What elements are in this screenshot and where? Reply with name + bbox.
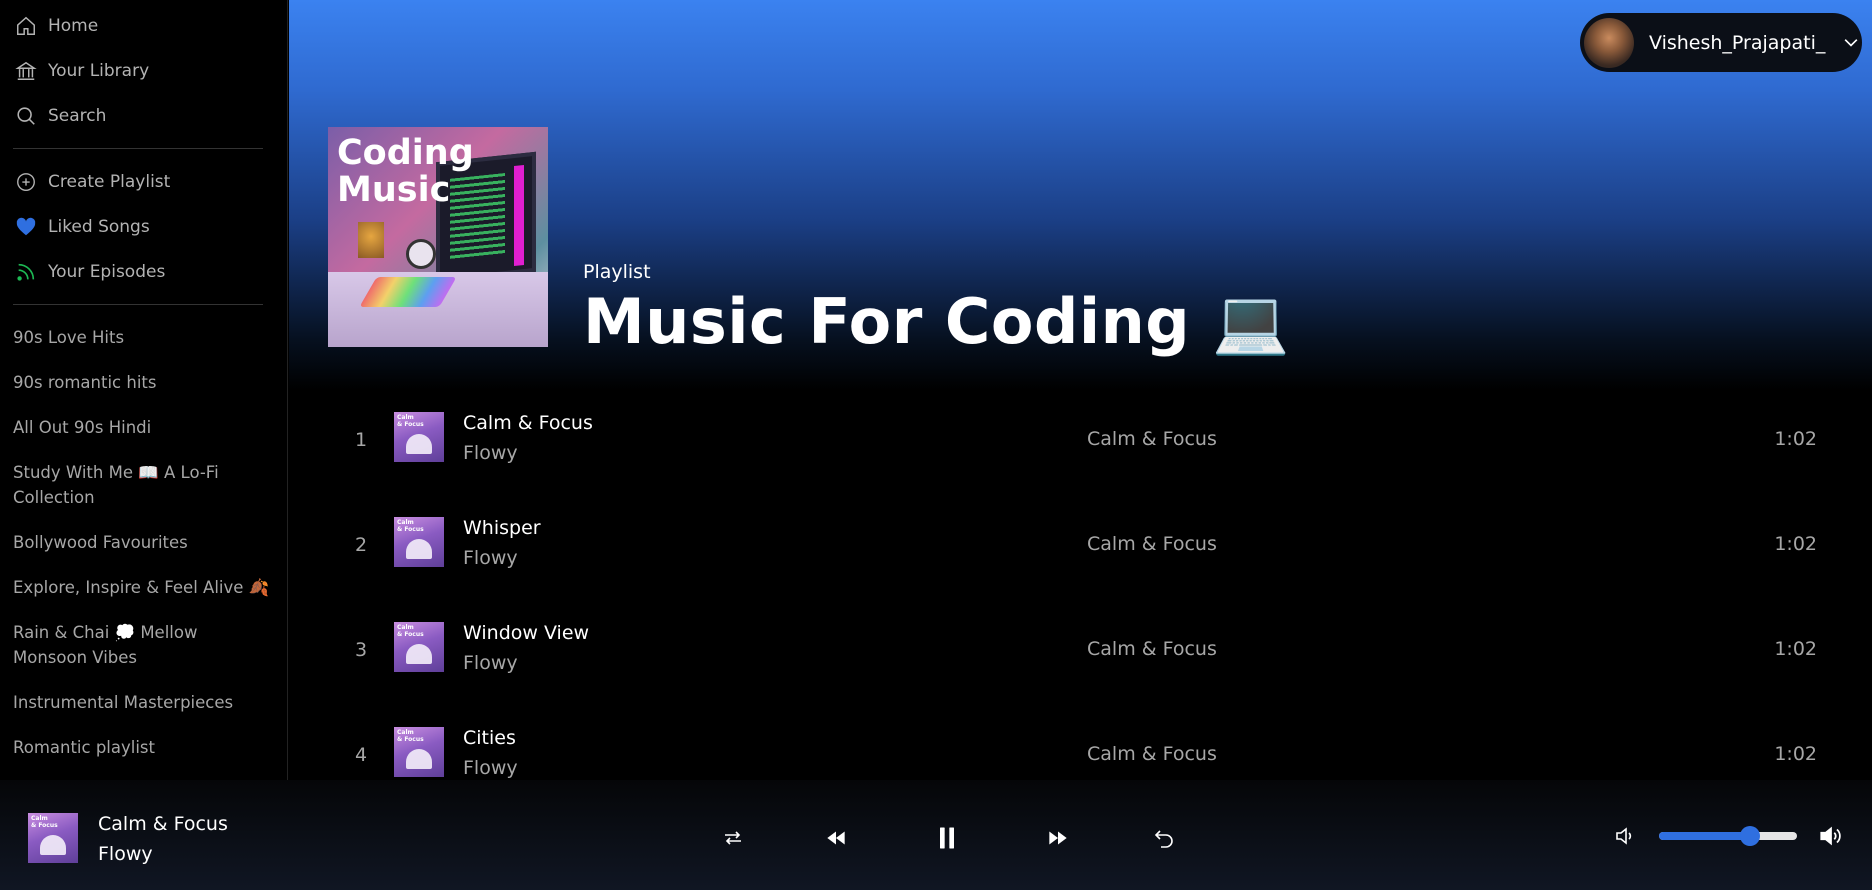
playlist-item[interactable]: Explore, Inspire & Feel Alive 🍂 <box>13 565 274 610</box>
track-row[interactable]: 1 Calm & Focus Calm & Focus Flowy Calm &… <box>289 385 1872 490</box>
sidebar-item-label: Home <box>48 15 99 36</box>
track-number: 1 <box>354 429 368 451</box>
volume-low-icon <box>1616 827 1632 845</box>
track-art: Calm & Focus <box>394 727 444 777</box>
sidebar: Home Your Library Search Create Playlist <box>0 0 288 780</box>
track-artist: Flowy <box>463 757 518 779</box>
pause-button[interactable] <box>929 820 965 856</box>
track-list: 1 Calm & Focus Calm & Focus Flowy Calm &… <box>289 385 1872 780</box>
playlist-item[interactable]: Rain & Chai 💭 Mellow Monsoon Vibes <box>13 610 238 680</box>
cover-art-plant <box>358 222 384 258</box>
pause-icon <box>940 827 954 849</box>
next-button[interactable] <box>1040 820 1076 856</box>
divider <box>13 148 263 149</box>
shuffle-icon <box>725 831 741 845</box>
user-name: Vishesh_Prajapati_ <box>1649 31 1826 54</box>
playlist-type-label: Playlist <box>583 261 651 283</box>
playlist-item[interactable]: 90s romantic hits <box>13 360 274 405</box>
track-album: Calm & Focus <box>1087 638 1217 660</box>
create-playlist-button[interactable]: Create Playlist <box>13 159 274 204</box>
track-art: Calm & Focus <box>394 412 444 462</box>
track-number: 3 <box>354 639 368 661</box>
sidebar-item-search[interactable]: Search <box>13 93 274 138</box>
track-number: 2 <box>354 534 368 556</box>
track-duration: 1:02 <box>1774 638 1817 660</box>
sidebar-item-label: Liked Songs <box>48 216 150 237</box>
liked-songs-button[interactable]: Liked Songs <box>13 204 274 249</box>
track-row[interactable]: 3 Calm & Focus Window View Flowy Calm & … <box>289 595 1872 700</box>
track-duration: 1:02 <box>1774 428 1817 450</box>
divider <box>13 304 263 305</box>
now-playing-art-label: Calm & Focus <box>31 815 58 829</box>
playlist-item[interactable]: Instrumental Masterpieces <box>13 680 274 725</box>
repeat-button[interactable] <box>1146 820 1182 856</box>
playlist-item[interactable]: All Out 90s Hindi <box>13 405 274 450</box>
previous-button[interactable] <box>818 820 854 856</box>
track-art-label: Calm & Focus <box>397 729 424 743</box>
app-root: Home Your Library Search Create Playlist <box>0 0 1872 890</box>
sidebar-item-label: Search <box>48 105 107 126</box>
playlist-item[interactable]: Study With Me 📖 A Lo-Fi Collection <box>13 450 248 520</box>
cover-art-clock <box>406 239 436 269</box>
playlist-item[interactable]: 90s Love Hits <box>13 315 274 360</box>
playlist-item[interactable]: Bollywood Favourites <box>13 520 274 565</box>
avatar <box>1584 17 1634 68</box>
volume-slider-knob[interactable] <box>1740 826 1761 846</box>
sidebar-item-label: Your Episodes <box>48 261 166 282</box>
track-duration: 1:02 <box>1774 533 1817 555</box>
now-playing-art: Calm & Focus <box>28 813 78 863</box>
volume-slider[interactable] <box>1659 826 1797 846</box>
track-duration: 1:02 <box>1774 743 1817 765</box>
fast-forward-icon <box>1049 831 1067 845</box>
sidebar-item-library[interactable]: Your Library <box>13 48 274 93</box>
playlist-list: 90s Love Hits 90s romantic hits All Out … <box>13 315 274 770</box>
track-title: Calm & Focus <box>463 412 593 434</box>
volume-high-icon <box>1820 826 1841 846</box>
track-number: 4 <box>354 744 368 766</box>
track-album: Calm & Focus <box>1087 743 1217 765</box>
playlist-item[interactable]: Romantic playlist <box>13 725 274 770</box>
track-artist: Flowy <box>463 547 518 569</box>
library-icon <box>13 58 39 84</box>
chevron-down-icon <box>1844 38 1858 47</box>
track-title: Whisper <box>463 517 541 539</box>
track-title: Window View <box>463 622 590 644</box>
now-playing-artist: Flowy <box>98 843 153 865</box>
shuffle-button[interactable] <box>715 820 751 856</box>
track-album: Calm & Focus <box>1087 533 1217 555</box>
page-title: Music For Coding 💻 <box>583 285 1290 358</box>
cover-title: Coding Music <box>337 133 474 210</box>
track-artist: Flowy <box>463 442 518 464</box>
main-content: Vishesh_Prajapati_ Coding Music Playlist… <box>289 0 1872 780</box>
sidebar-item-label: Create Playlist <box>48 171 171 192</box>
heart-icon <box>13 214 39 240</box>
undo-icon <box>1154 830 1173 848</box>
player-bar: Calm & Focus Calm & Focus Flowy <box>0 780 1872 890</box>
track-album: Calm & Focus <box>1087 428 1217 450</box>
your-episodes-button[interactable]: Your Episodes <box>13 249 274 294</box>
volume-down-button[interactable] <box>1609 820 1641 852</box>
track-title: Cities <box>463 727 516 749</box>
volume-slider-fill <box>1659 832 1751 840</box>
user-menu-button[interactable]: Vishesh_Prajapati_ <box>1580 13 1862 72</box>
rss-icon <box>13 259 39 285</box>
plus-circle-icon <box>13 169 39 195</box>
track-art: Calm & Focus <box>394 622 444 672</box>
now-playing-title: Calm & Focus <box>98 813 228 835</box>
track-art-label: Calm & Focus <box>397 624 424 638</box>
track-row[interactable]: 4 Calm & Focus Cities Flowy Calm & Focus… <box>289 700 1872 780</box>
search-icon <box>13 103 39 129</box>
playlist-cover: Coding Music <box>328 127 548 347</box>
sidebar-item-label: Your Library <box>48 60 150 81</box>
track-artist: Flowy <box>463 652 518 674</box>
sidebar-item-home[interactable]: Home <box>13 3 274 48</box>
track-art-label: Calm & Focus <box>397 519 424 533</box>
rewind-icon <box>827 831 845 845</box>
volume-up-button[interactable] <box>1815 820 1847 852</box>
track-art-label: Calm & Focus <box>397 414 424 428</box>
home-icon <box>13 13 39 39</box>
track-row[interactable]: 2 Calm & Focus Whisper Flowy Calm & Focu… <box>289 490 1872 595</box>
track-art: Calm & Focus <box>394 517 444 567</box>
